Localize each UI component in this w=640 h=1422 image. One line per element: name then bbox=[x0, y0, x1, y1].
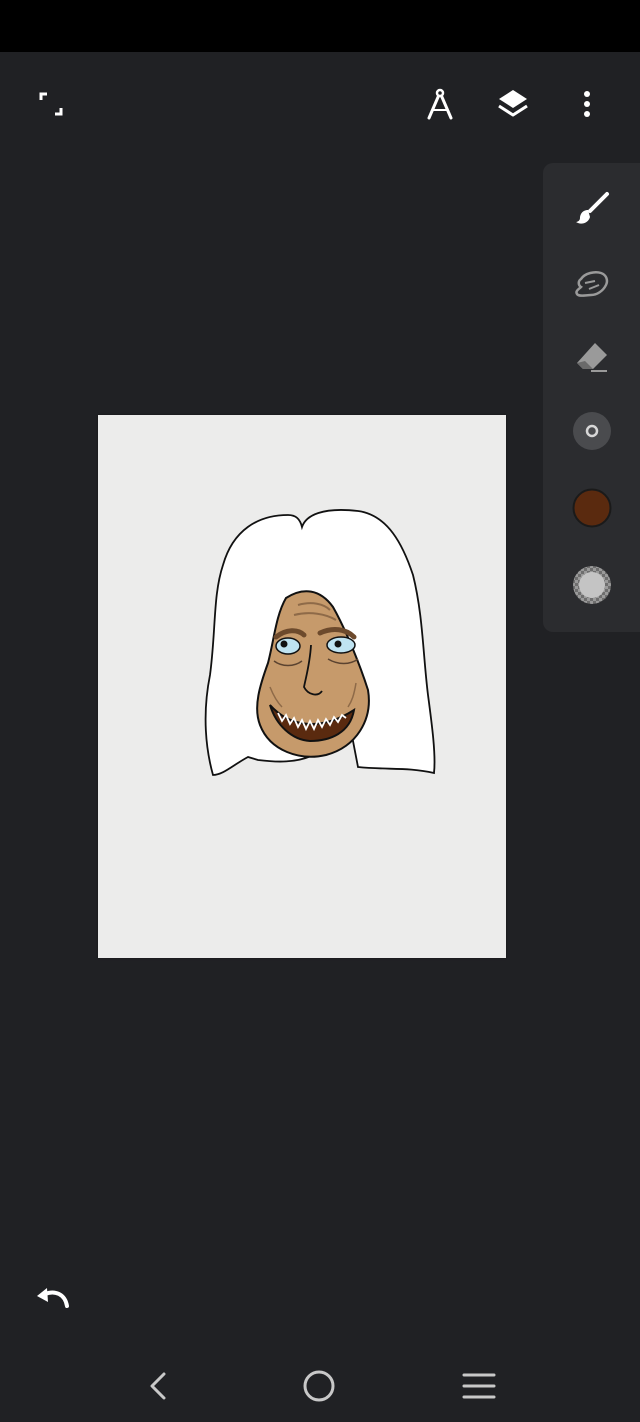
home-icon bbox=[303, 1370, 335, 1402]
recents-icon bbox=[462, 1373, 496, 1399]
undo-button[interactable] bbox=[30, 1278, 74, 1322]
eraser-icon bbox=[576, 343, 607, 372]
drawing-canvas[interactable] bbox=[98, 415, 506, 958]
smudge-tool[interactable] bbox=[543, 255, 640, 315]
back-icon bbox=[150, 1372, 166, 1400]
drawing-artwork bbox=[204, 509, 436, 776]
smudge-icon bbox=[574, 271, 608, 297]
color-picker[interactable] bbox=[543, 478, 640, 538]
more-vert-icon bbox=[584, 91, 590, 117]
ruler-compass-icon bbox=[427, 88, 453, 120]
brush-tool[interactable] bbox=[543, 179, 640, 239]
undo-icon bbox=[37, 1288, 69, 1308]
more-options-button[interactable] bbox=[565, 82, 609, 126]
opacity-control[interactable] bbox=[543, 555, 640, 615]
color-swatch-icon bbox=[572, 488, 611, 528]
opacity-icon bbox=[572, 566, 611, 604]
eraser-tool[interactable] bbox=[543, 327, 640, 387]
fullscreen-icon bbox=[39, 92, 63, 116]
fullscreen-button[interactable] bbox=[29, 82, 73, 126]
brush-icon bbox=[575, 192, 609, 224]
status-bar bbox=[0, 0, 640, 52]
recents-button[interactable] bbox=[449, 1364, 509, 1408]
layers-icon bbox=[498, 90, 528, 117]
side-toolbar bbox=[543, 163, 640, 632]
brush-size-icon bbox=[572, 412, 611, 450]
back-button[interactable] bbox=[128, 1364, 188, 1408]
ruler-tool-button[interactable] bbox=[418, 82, 462, 126]
layers-button[interactable] bbox=[491, 82, 535, 126]
home-button[interactable] bbox=[289, 1364, 349, 1408]
brush-size-control[interactable] bbox=[543, 401, 640, 461]
system-navigation-bar bbox=[0, 1352, 640, 1422]
